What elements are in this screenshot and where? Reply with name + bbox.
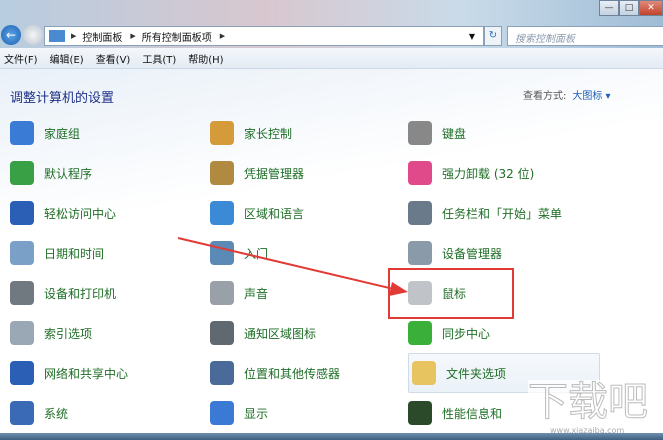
red-arrow [177,237,408,296]
watermark-logo: 下载吧 [528,379,649,425]
taskbar [0,433,663,440]
watermark: 下载吧 www.xiazaiba.com [528,380,663,440]
